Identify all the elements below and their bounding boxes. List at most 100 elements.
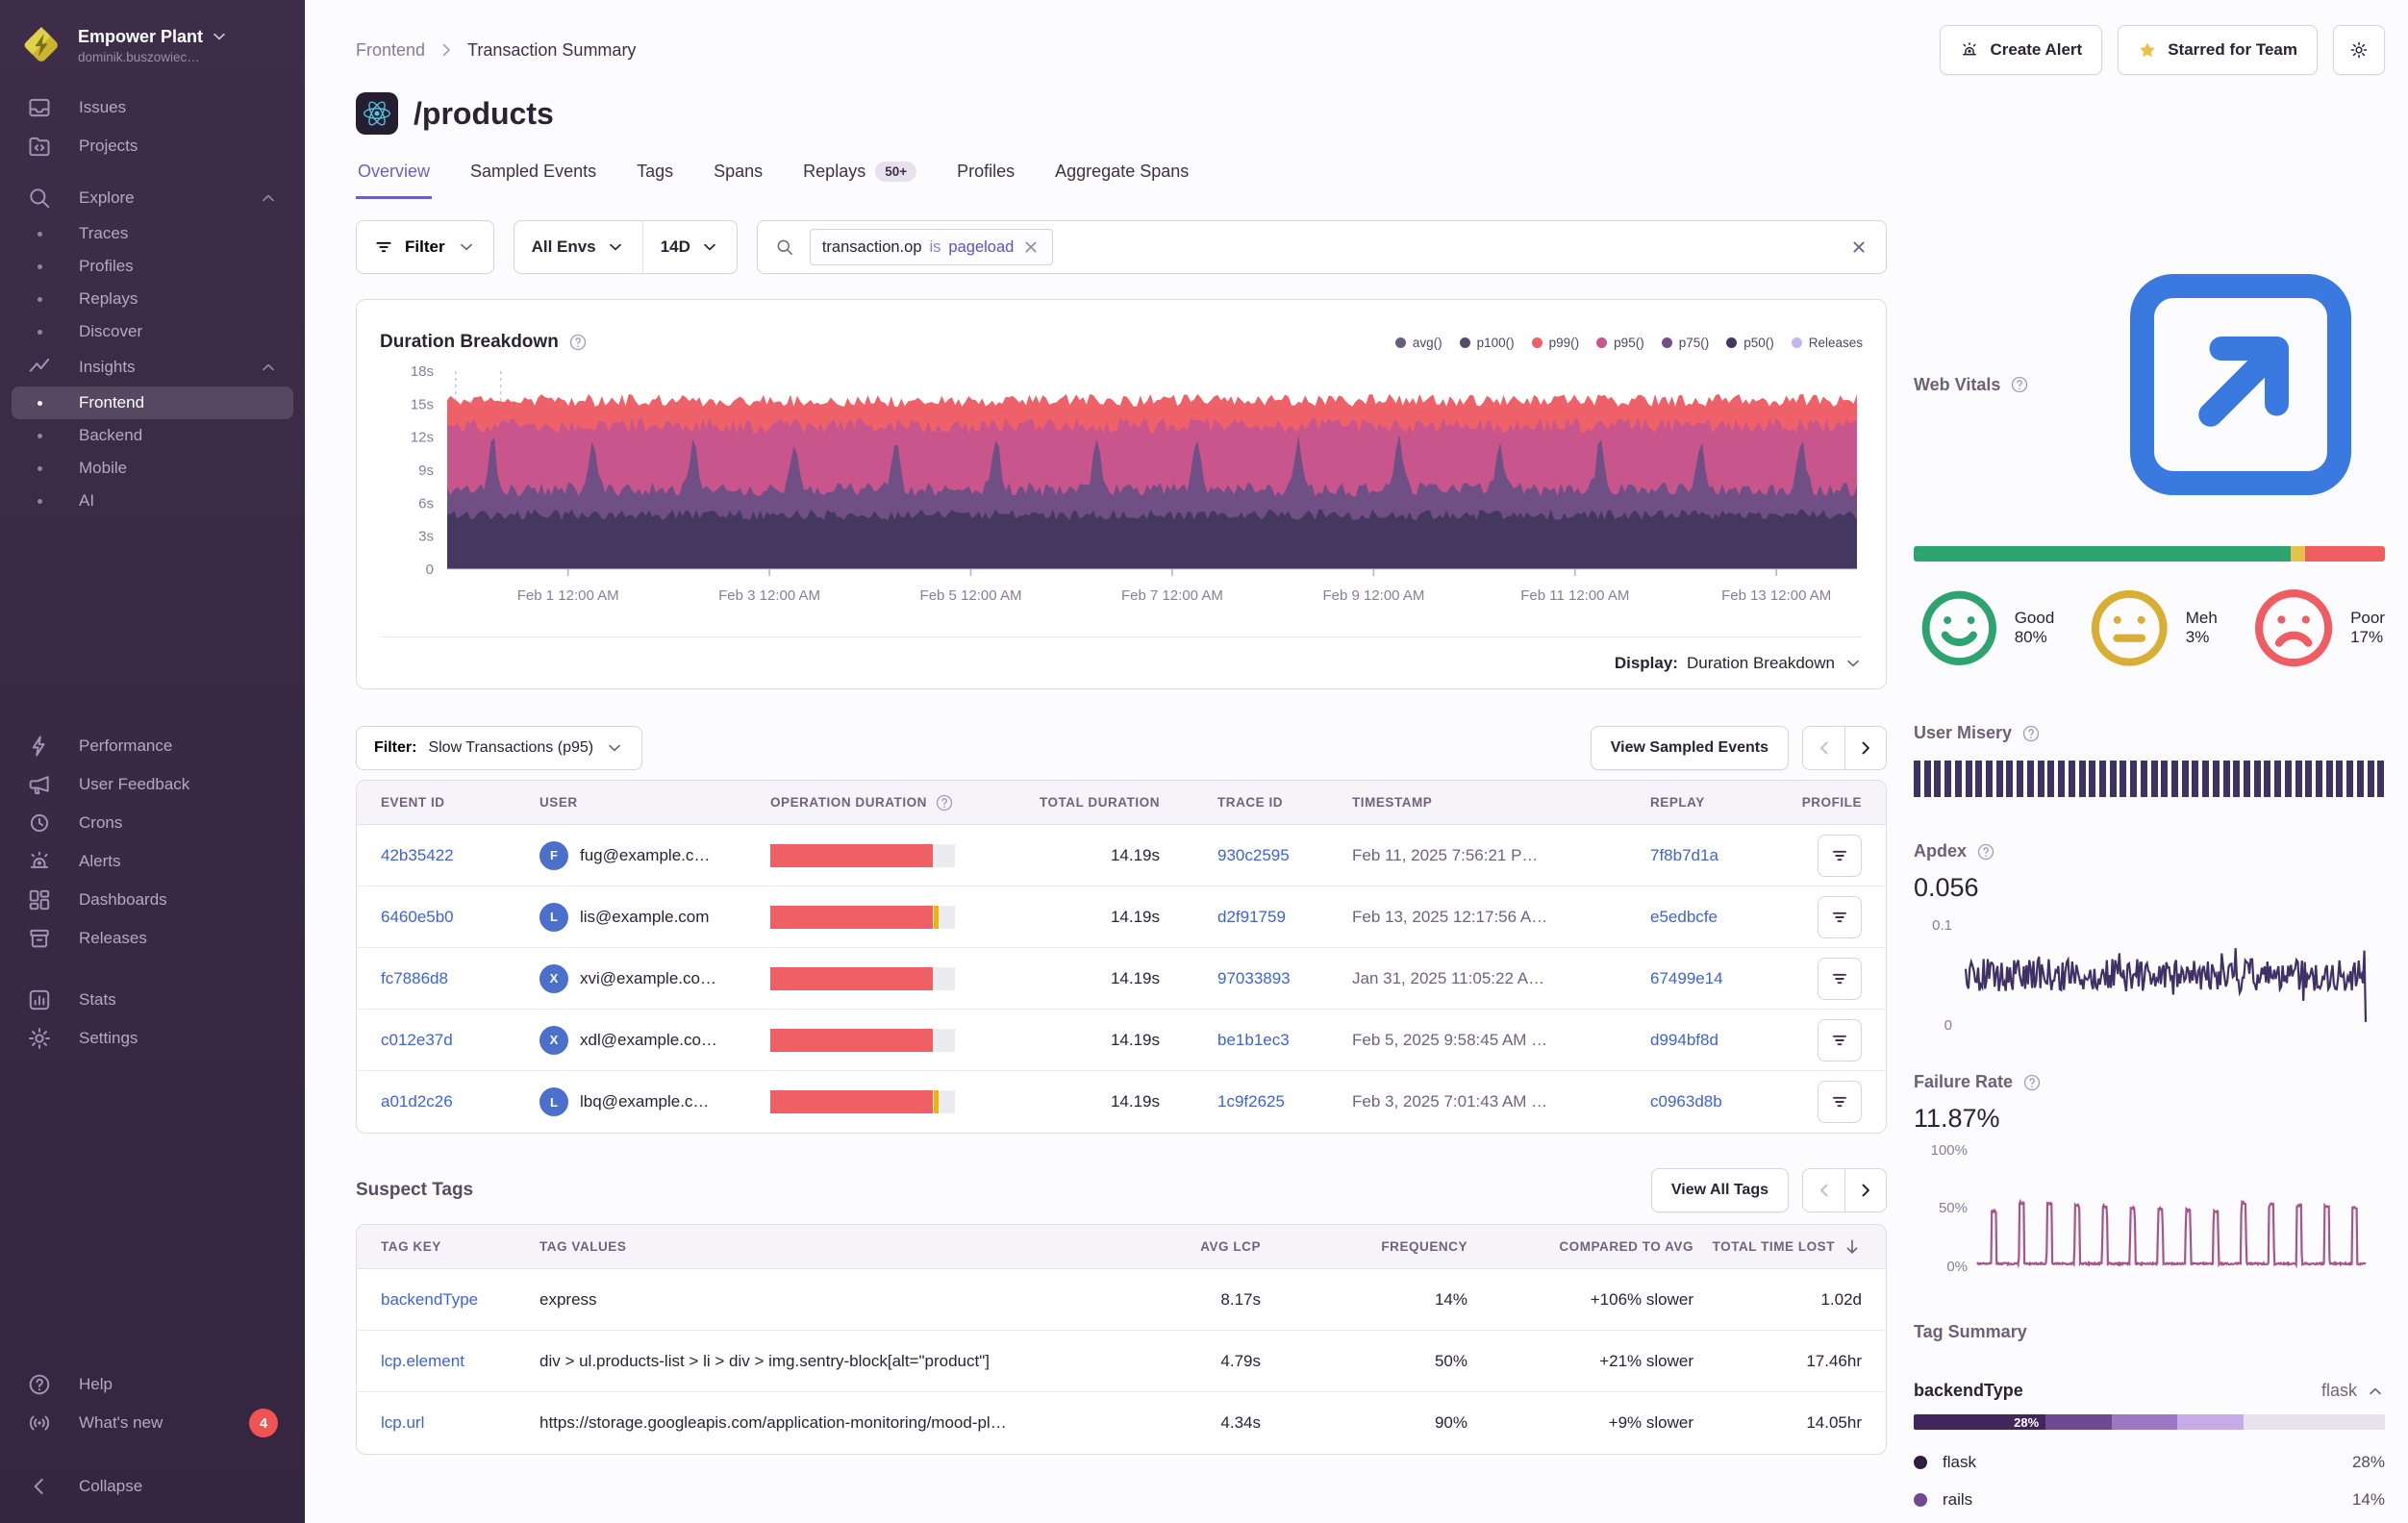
tab-spans[interactable]: Spans	[712, 156, 765, 199]
sidebar-item-insights[interactable]: Insights	[12, 348, 293, 387]
trace-id-link[interactable]: 930c2595	[1217, 846, 1290, 865]
trace-id-link[interactable]: 97033893	[1217, 969, 1291, 988]
svg-text:9s: 9s	[418, 462, 434, 479]
replay-id-link[interactable]: e5edbcfe	[1650, 908, 1718, 927]
column-header-timestamp[interactable]: TIMESTAMP	[1323, 795, 1621, 810]
display-selector[interactable]: Display: Duration Breakdown	[380, 637, 1863, 688]
event-id-link[interactable]: 42b35422	[381, 846, 454, 865]
replay-id-link[interactable]: c0963d8b	[1650, 1092, 1722, 1111]
replay-id-link[interactable]: 7f8b7d1a	[1650, 846, 1718, 865]
legend-item-releases[interactable]: Releases	[1792, 336, 1863, 350]
sidebar-item-ai[interactable]: AI	[12, 485, 293, 517]
legend-item-p95[interactable]: p95()	[1596, 336, 1644, 350]
settings-button[interactable]	[2333, 25, 2385, 75]
sidebar-item-profiles[interactable]: Profiles	[12, 250, 293, 283]
next-page-button[interactable]	[1844, 726, 1887, 770]
sidebar-item-performance[interactable]: Performance	[12, 727, 293, 765]
tag-key-link[interactable]: backendType	[381, 1290, 478, 1310]
legend-label: p75()	[1679, 336, 1710, 350]
tag-selected-value[interactable]: flask	[2321, 1381, 2385, 1401]
search-token[interactable]: transaction.op is pageload	[810, 229, 1053, 265]
sidebar-item-stats[interactable]: Stats	[12, 981, 293, 1019]
sidebar-item-settings[interactable]: Settings	[12, 1019, 293, 1058]
token-remove-icon[interactable]	[1021, 237, 1041, 257]
sidebar-item-mobile[interactable]: Mobile	[12, 452, 293, 485]
sidebar-item-help[interactable]: Help	[12, 1365, 293, 1404]
profile-button[interactable]	[1818, 958, 1862, 1000]
tab-replays[interactable]: Replays50+	[801, 156, 918, 199]
sidebar-item-crons[interactable]: Crons	[12, 804, 293, 842]
sidebar-item-user-feedback[interactable]: User Feedback	[12, 765, 293, 804]
sidebar-item-backend[interactable]: Backend	[12, 419, 293, 452]
sidebar-item-releases[interactable]: Releases	[12, 919, 293, 958]
web-vitals-open-icon[interactable]	[2096, 240, 2385, 529]
sidebar-item-discover[interactable]: Discover	[12, 315, 293, 348]
org-switcher[interactable]: Empower Plant dominik.buszowiec…	[0, 0, 305, 85]
nav-divider	[12, 165, 293, 179]
bullet-icon	[38, 499, 42, 504]
sidebar-item-projects[interactable]: Projects	[12, 127, 293, 165]
column-header-total-duration[interactable]: TOTAL DURATION	[963, 795, 1160, 810]
tab-sampled-events[interactable]: Sampled Events	[468, 156, 598, 199]
smile-icon	[1914, 583, 2005, 674]
tab-overview[interactable]: Overview	[356, 156, 432, 199]
sidebar-item-dashboards[interactable]: Dashboards	[12, 881, 293, 919]
tag-distribution-bar[interactable]: 28%	[1914, 1414, 2385, 1430]
profile-button[interactable]	[1818, 896, 1862, 938]
view-all-tags-button[interactable]: View All Tags	[1651, 1168, 1789, 1212]
sidebar-item-issues[interactable]: Issues	[12, 88, 293, 127]
sidebar-item-collapse[interactable]: Collapse	[12, 1467, 293, 1506]
tag-key-link[interactable]: lcp.element	[381, 1352, 464, 1371]
view-sampled-events-button[interactable]: View Sampled Events	[1591, 726, 1789, 770]
column-header-total-time-lost[interactable]: TOTAL TIME LOST	[1693, 1237, 1862, 1257]
suspect-prev-button[interactable]	[1802, 1168, 1844, 1212]
tab-aggregate-spans[interactable]: Aggregate Spans	[1053, 156, 1191, 199]
event-id-link[interactable]: a01d2c26	[381, 1092, 453, 1111]
event-id-link[interactable]: c012e37d	[381, 1031, 453, 1050]
transactions-filter-button[interactable]: Filter: Slow Transactions (p95)	[356, 726, 642, 770]
duration-breakdown-chart[interactable]: 03s6s9s12s15s18sFeb 1 12:00 AMFeb 3 12:0…	[380, 362, 1865, 610]
profile-button[interactable]	[1818, 835, 1862, 877]
tab-tags[interactable]: Tags	[635, 156, 675, 199]
replay-id-link[interactable]: 67499e14	[1650, 969, 1723, 988]
legend-item-p50[interactable]: p50()	[1726, 336, 1774, 350]
sidebar-item-replays[interactable]: Replays	[12, 283, 293, 315]
tag-legend-row[interactable]: rails14%	[1914, 1481, 2385, 1518]
create-alert-button[interactable]: Create Alert	[1940, 25, 2102, 75]
date-range-selector[interactable]: 14D	[642, 221, 737, 273]
profile-button[interactable]	[1818, 1019, 1862, 1061]
legend-item-p99[interactable]: p99()	[1532, 336, 1580, 350]
event-id-link[interactable]: fc7886d8	[381, 969, 448, 988]
tab-profiles[interactable]: Profiles	[955, 156, 1016, 199]
main-content: Frontend Transaction Summary Create Aler…	[305, 0, 2408, 1523]
tag-key-link[interactable]: lcp.url	[381, 1413, 424, 1433]
sidebar-item-traces[interactable]: Traces	[12, 217, 293, 250]
total-time-lost: 14.05hr	[1693, 1413, 1862, 1433]
sidebar-item-frontend[interactable]: Frontend	[12, 387, 293, 419]
trace-id-link[interactable]: d2f91759	[1217, 908, 1286, 927]
env-selector[interactable]: All Envs	[514, 221, 642, 273]
qmark-icon	[2022, 1073, 2042, 1092]
trace-id-link[interactable]: be1b1ec3	[1217, 1031, 1290, 1050]
starred-for-team-button[interactable]: Starred for Team	[2118, 25, 2318, 75]
prev-page-button[interactable]	[1802, 726, 1844, 770]
legend-item-avg[interactable]: avg()	[1395, 336, 1442, 350]
profile-button[interactable]	[1818, 1081, 1862, 1123]
suspect-next-button[interactable]	[1844, 1168, 1887, 1212]
total-duration: 14.19s	[963, 908, 1160, 927]
tag-legend-row[interactable]: springboot14%	[1914, 1518, 2385, 1523]
sidebar-item-alerts[interactable]: Alerts	[12, 842, 293, 881]
sidebar-item-explore[interactable]: Explore	[12, 179, 293, 217]
search-clear-icon[interactable]	[1849, 237, 1869, 257]
tag-legend-row[interactable]: flask28%	[1914, 1443, 2385, 1481]
replay-id-link[interactable]: d994bf8d	[1650, 1031, 1718, 1050]
filter-button[interactable]: Filter	[356, 220, 494, 274]
breadcrumb-project[interactable]: Frontend	[356, 40, 425, 61]
sidebar-item-what-s-new[interactable]: What's new4	[12, 1404, 293, 1442]
event-id-link[interactable]: 6460e5b0	[381, 908, 454, 927]
legend-item-p75[interactable]: p75()	[1662, 336, 1710, 350]
trace-id-link[interactable]: 1c9f2625	[1217, 1092, 1285, 1111]
legend-item-p100[interactable]: p100()	[1460, 336, 1515, 350]
search-input[interactable]: transaction.op is pageload	[757, 220, 1887, 274]
suspect-table-body: backendTypeexpress8.17s14%+106% slower1.…	[357, 1269, 1886, 1454]
